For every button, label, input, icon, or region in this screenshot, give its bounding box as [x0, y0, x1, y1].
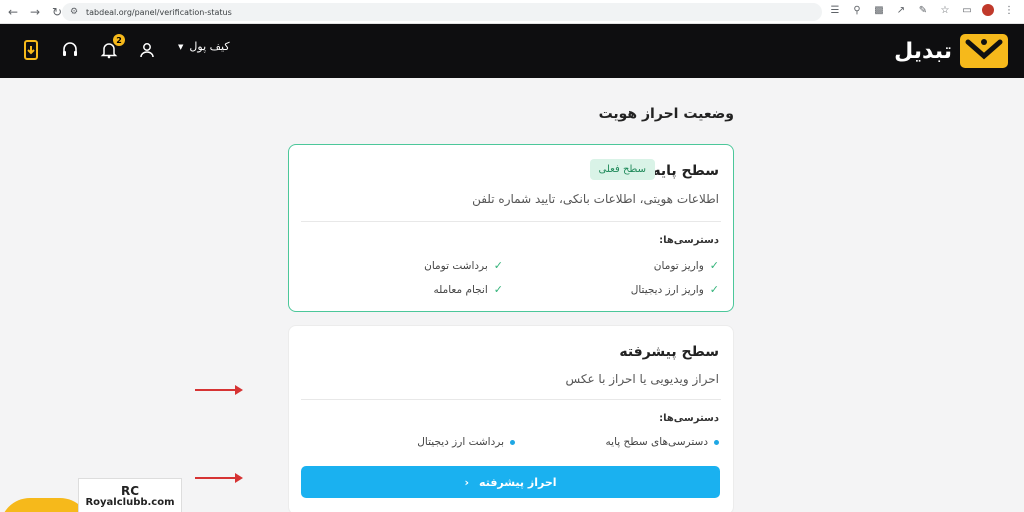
browser-actions: ☰ ⚲ ▩ ↗ ✎ ☆ ▭ ⋮ [828, 3, 1016, 17]
app-header: 2 ▼ کیف پول تبدیل [0, 24, 1024, 78]
cast-icon[interactable]: ▩ [872, 3, 886, 17]
watermark-logo: RC Royalclubb.com [78, 478, 182, 512]
permission-label: انجام معامله [433, 283, 488, 296]
permission-item: برداشت ارز دیجیتال [417, 436, 515, 448]
permission-label: واریز تومان [653, 259, 704, 272]
check-icon: ✓ [493, 283, 503, 296]
divider [301, 221, 721, 222]
permission-item: ✓ واریز تومان [654, 259, 719, 272]
chevron-down-icon: ▼ [178, 42, 184, 51]
advanced-level-description: احراز ویدیویی یا احراز با عکس [565, 372, 719, 386]
notification-bell-icon[interactable]: 2 [97, 34, 125, 62]
permission-label: دسترسی‌های سطح پایه [605, 436, 708, 448]
permission-label: برداشت ارز دیجیتال [417, 436, 504, 448]
basic-level-card: سطح پایه سطح فعلی اطلاعات هویتی، اطلاعات… [288, 144, 734, 312]
chat-widget-button[interactable] [0, 498, 90, 512]
wallet-label: کیف پول [189, 40, 230, 53]
divider [301, 399, 721, 400]
site-info-icon[interactable]: ⚙ [70, 7, 80, 17]
access-label: دسترسی‌ها: [659, 413, 719, 424]
url-text: tabdeal.org/panel/verification-status [86, 7, 232, 17]
brand-mark-icon [960, 34, 1008, 68]
brand-logo[interactable]: تبدیل [894, 34, 1008, 68]
user-profile-icon[interactable] [135, 38, 159, 62]
share-icon[interactable]: ↗ [894, 3, 908, 17]
current-level-badge: سطح فعلی [589, 159, 655, 180]
zoom-icon[interactable]: ⚲ [850, 3, 864, 17]
advanced-level-title: سطح پیشرفته [619, 344, 719, 360]
chevron-left-icon: ‹ [464, 475, 470, 489]
download-app-icon[interactable] [20, 38, 44, 62]
advanced-level-card: سطح پیشرفته احراز ویدیویی یا احراز با عک… [288, 325, 734, 512]
annotation-arrow [195, 473, 243, 483]
profile-avatar[interactable] [982, 4, 994, 16]
bullet-dot-icon [714, 439, 719, 445]
page-title: وضعیت احراز هویت [598, 106, 734, 122]
notification-count-badge: 2 [113, 34, 125, 46]
permission-item: ✓ انجام معامله [434, 283, 504, 296]
basic-level-description: اطلاعات هویتی، اطلاعات بانکی، تایید شمار… [472, 192, 719, 206]
check-icon: ✓ [709, 259, 719, 272]
browser-toolbar: ← → ↻ ⚙ tabdeal.org/panel/verification-s… [0, 0, 1024, 24]
permission-item: ✓ واریز ارز دیجیتال [631, 283, 719, 296]
sidebar-icon[interactable]: ▭ [960, 3, 974, 17]
annotation-arrow [195, 385, 243, 395]
translate-icon[interactable]: ☰ [828, 3, 842, 17]
button-label: احراز پیشرفته [479, 475, 557, 489]
address-bar[interactable]: ⚙ tabdeal.org/panel/verification-status [62, 3, 822, 21]
back-icon[interactable]: ← [4, 3, 22, 21]
advanced-verification-button[interactable]: احراز پیشرفته ‹ [301, 466, 720, 498]
bookmark-star-icon[interactable]: ☆ [938, 3, 952, 17]
wallet-menu[interactable]: ▼ کیف پول [178, 40, 230, 53]
forward-icon[interactable]: → [26, 3, 44, 21]
permission-label: برداشت تومان [424, 259, 488, 272]
check-icon: ✓ [709, 283, 719, 296]
access-label: دسترسی‌ها: [659, 235, 719, 246]
permission-label: واریز ارز دیجیتال [630, 283, 704, 296]
watermark-text: Royalclubb.com [85, 496, 175, 508]
permission-item: ✓ برداشت تومان [424, 259, 503, 272]
bullet-dot-icon [510, 439, 515, 445]
basic-level-title: سطح پایه [652, 163, 719, 179]
check-icon: ✓ [493, 259, 503, 272]
brand-name: تبدیل [894, 38, 952, 64]
support-headset-icon[interactable] [58, 38, 82, 62]
watermark-mark: RC [120, 483, 140, 498]
extensions-icon[interactable]: ✎ [916, 3, 930, 17]
menu-dots-icon[interactable]: ⋮ [1002, 3, 1016, 17]
permission-item: دسترسی‌های سطح پایه [606, 436, 719, 448]
